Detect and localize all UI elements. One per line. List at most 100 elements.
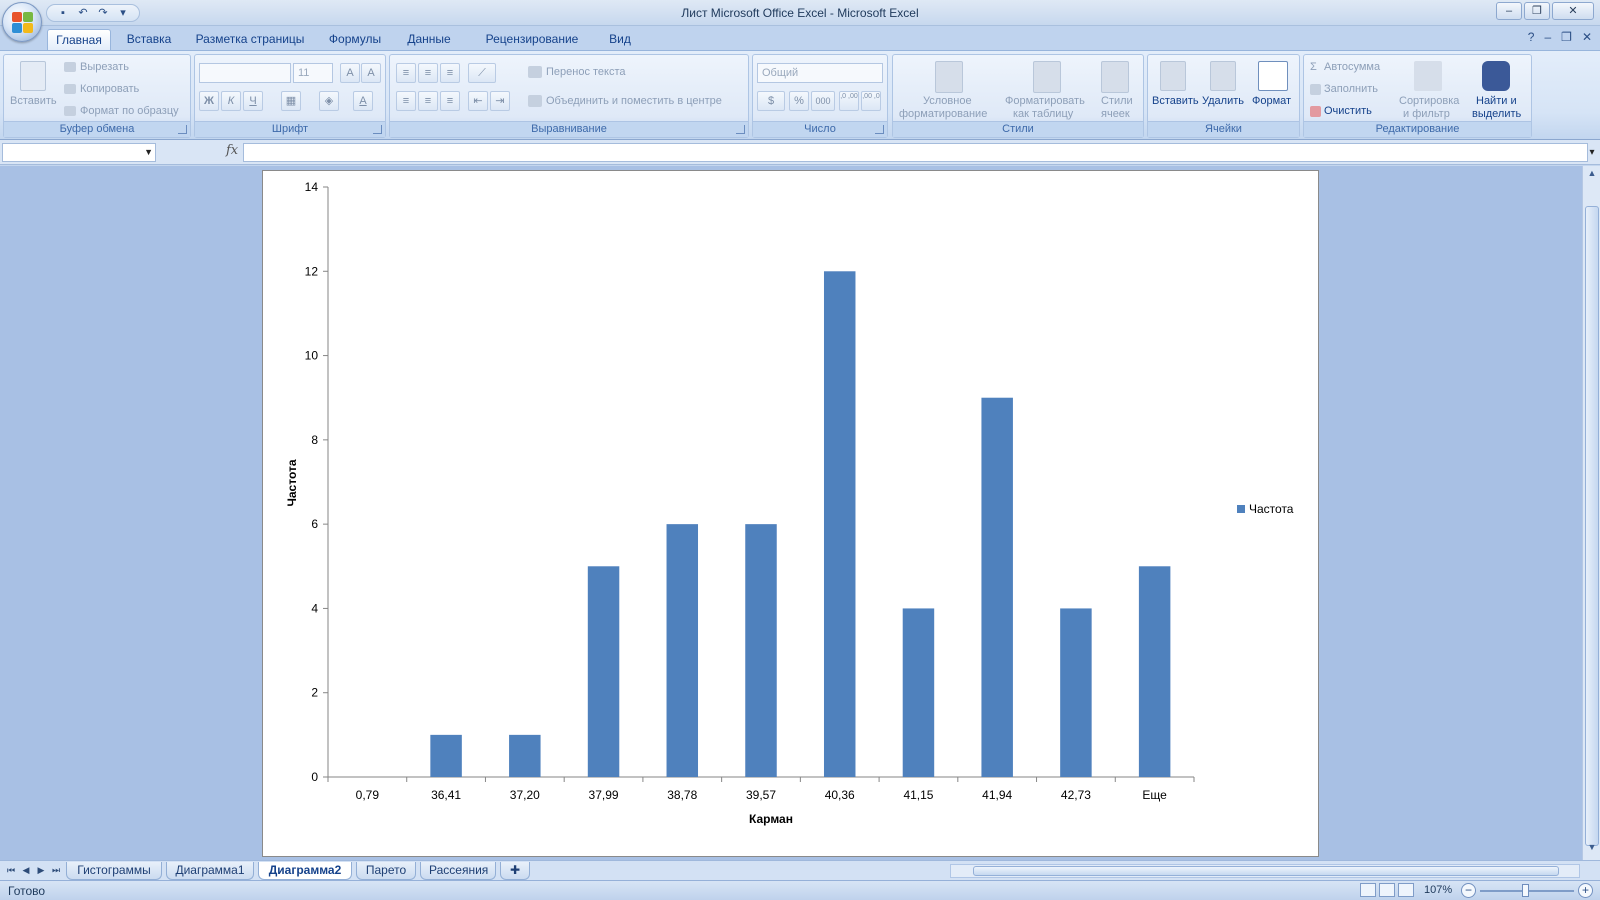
insert-sheet-icon[interactable]: ✚: [500, 862, 530, 880]
thousands-button[interactable]: 000: [811, 91, 835, 111]
prev-sheet-icon[interactable]: ◀: [19, 863, 33, 878]
align-top-icon[interactable]: ≡: [396, 63, 416, 83]
italic-button[interactable]: К: [221, 91, 241, 111]
first-sheet-icon[interactable]: ⏮: [4, 863, 18, 878]
percent-button[interactable]: %: [789, 91, 809, 111]
align-middle-icon[interactable]: ≡: [418, 63, 438, 83]
scrollbar-thumb[interactable]: [1585, 206, 1599, 846]
font-name-field[interactable]: [199, 63, 291, 83]
page-break-view-icon[interactable]: [1398, 883, 1414, 897]
fill-color-icon[interactable]: ◈: [319, 91, 339, 111]
increase-indent-icon[interactable]: ⇥: [490, 91, 510, 111]
close-button[interactable]: ✕: [1552, 2, 1594, 20]
find-select-label2[interactable]: выделить: [1472, 108, 1521, 120]
expand-formula-bar-icon[interactable]: ▾: [1586, 143, 1598, 162]
insert-cells-button[interactable]: Вставить: [1152, 95, 1199, 107]
align-center-icon[interactable]: ≡: [418, 91, 438, 111]
sheet-tab-chart1[interactable]: Диаграмма1: [166, 862, 254, 880]
scroll-down-icon[interactable]: ▼: [1585, 842, 1599, 858]
chart-area[interactable]: 0 2 4 6 8 10 12 14 0,79 36,41 37,20 37,99 38,78 39,57…: [262, 170, 1319, 857]
sheet-tab-scatter[interactable]: Рассеяния: [420, 862, 496, 880]
format-cells-button[interactable]: Формат: [1252, 95, 1291, 107]
ribbon-close-icon[interactable]: ✕: [1582, 30, 1592, 44]
zoom-out-button[interactable]: −: [1461, 883, 1476, 898]
sheet-tab-histograms[interactable]: Гистограммы: [66, 862, 162, 880]
y-tick-label: 4: [311, 601, 318, 615]
decrease-decimal-button[interactable]: ,00 ,0: [861, 91, 881, 111]
name-box[interactable]: ▼: [2, 143, 156, 162]
align-bottom-icon[interactable]: ≡: [440, 63, 460, 83]
vertical-scrollbar[interactable]: ▲ ▼: [1582, 166, 1600, 860]
cell-styles-label1[interactable]: Стили: [1101, 95, 1133, 107]
formula-input[interactable]: [243, 143, 1588, 162]
next-sheet-icon[interactable]: ▶: [34, 863, 48, 878]
decrease-indent-icon[interactable]: ⇤: [468, 91, 488, 111]
dialog-launcher-icon[interactable]: [373, 125, 382, 134]
tab-data[interactable]: Данные: [398, 29, 460, 50]
ribbon-restore-icon[interactable]: ❐: [1561, 30, 1572, 44]
fill-button[interactable]: Заполнить: [1324, 83, 1378, 95]
increase-decimal-button[interactable]: ,0 ,00: [839, 91, 859, 111]
conditional-format-label1[interactable]: Условное: [923, 95, 972, 107]
wrap-text-button[interactable]: Перенос текста: [546, 66, 626, 78]
sheet-tab-pareto[interactable]: Парето: [356, 862, 416, 880]
tab-formulas[interactable]: Формулы: [320, 29, 390, 50]
group-editing: Σ Автосумма Заполнить Очистить Сортировк…: [1303, 54, 1532, 138]
normal-view-icon[interactable]: [1360, 883, 1376, 897]
chevron-down-icon[interactable]: ▼: [144, 147, 153, 157]
ribbon-minimize-icon[interactable]: –: [1544, 30, 1551, 44]
align-left-icon[interactable]: ≡: [396, 91, 416, 111]
font-color-button[interactable]: A: [353, 91, 373, 111]
format-as-table-label2[interactable]: как таблицу: [1013, 108, 1073, 120]
cell-styles-label2[interactable]: ячеек: [1101, 108, 1130, 120]
sort-filter-label1[interactable]: Сортировка: [1399, 95, 1459, 107]
dialog-launcher-icon[interactable]: [736, 125, 745, 134]
format-painter-button[interactable]: Формат по образцу: [80, 105, 179, 117]
zoom-in-button[interactable]: +: [1578, 883, 1593, 898]
sort-filter-label2[interactable]: и фильтр: [1403, 108, 1450, 120]
tab-view[interactable]: Вид: [600, 29, 640, 50]
paste-icon: [20, 61, 46, 91]
orientation-icon[interactable]: ⟋: [468, 63, 496, 83]
bar: [1138, 566, 1171, 777]
clear-button[interactable]: Очистить: [1324, 105, 1372, 117]
shrink-font-button[interactable]: A: [361, 63, 381, 83]
number-format-field[interactable]: Общий: [757, 63, 883, 83]
last-sheet-icon[interactable]: ⏭: [49, 863, 63, 878]
zoom-level[interactable]: 107%: [1424, 884, 1452, 896]
group-label-clipboard: Буфер обмена: [4, 121, 190, 137]
scroll-up-icon[interactable]: ▲: [1585, 168, 1599, 184]
insert-function-button[interactable]: fx: [226, 143, 238, 158]
tab-page-layout[interactable]: Разметка страницы: [188, 29, 312, 50]
office-button[interactable]: [2, 2, 42, 42]
cut-button[interactable]: Вырезать: [80, 61, 129, 73]
underline-button[interactable]: Ч: [243, 91, 263, 111]
sheet-tab-chart2[interactable]: Диаграмма2: [258, 862, 352, 880]
format-as-table-label1[interactable]: Форматировать: [1005, 95, 1085, 107]
borders-icon[interactable]: ▦: [281, 91, 301, 111]
tab-review[interactable]: Рецензирование: [468, 29, 596, 50]
find-select-label1[interactable]: Найти и: [1476, 95, 1517, 107]
delete-cells-button[interactable]: Удалить: [1202, 95, 1244, 107]
autosum-button[interactable]: Автосумма: [1324, 61, 1380, 73]
font-size-field[interactable]: 11: [293, 63, 333, 83]
tab-home[interactable]: Главная: [47, 29, 111, 50]
page-layout-view-icon[interactable]: [1379, 883, 1395, 897]
copy-button[interactable]: Копировать: [80, 83, 139, 95]
zoom-slider-thumb[interactable]: [1522, 884, 1529, 897]
tab-insert[interactable]: Вставка: [118, 29, 180, 50]
conditional-format-label2[interactable]: форматирование: [899, 108, 987, 120]
help-icon[interactable]: ?: [1528, 30, 1535, 44]
dialog-launcher-icon[interactable]: [875, 125, 884, 134]
horizontal-scrollbar[interactable]: [950, 864, 1580, 878]
paste-button[interactable]: Вставить: [10, 95, 57, 107]
restore-button[interactable]: ❐: [1524, 2, 1550, 20]
grow-font-button[interactable]: A: [340, 63, 360, 83]
bold-button[interactable]: Ж: [199, 91, 219, 111]
minimize-button[interactable]: –: [1496, 2, 1522, 20]
align-right-icon[interactable]: ≡: [440, 91, 460, 111]
scrollbar-thumb[interactable]: [973, 866, 1559, 876]
dialog-launcher-icon[interactable]: [178, 125, 187, 134]
currency-icon[interactable]: $: [757, 91, 785, 111]
merge-center-button[interactable]: Объединить и поместить в центре: [546, 95, 722, 107]
